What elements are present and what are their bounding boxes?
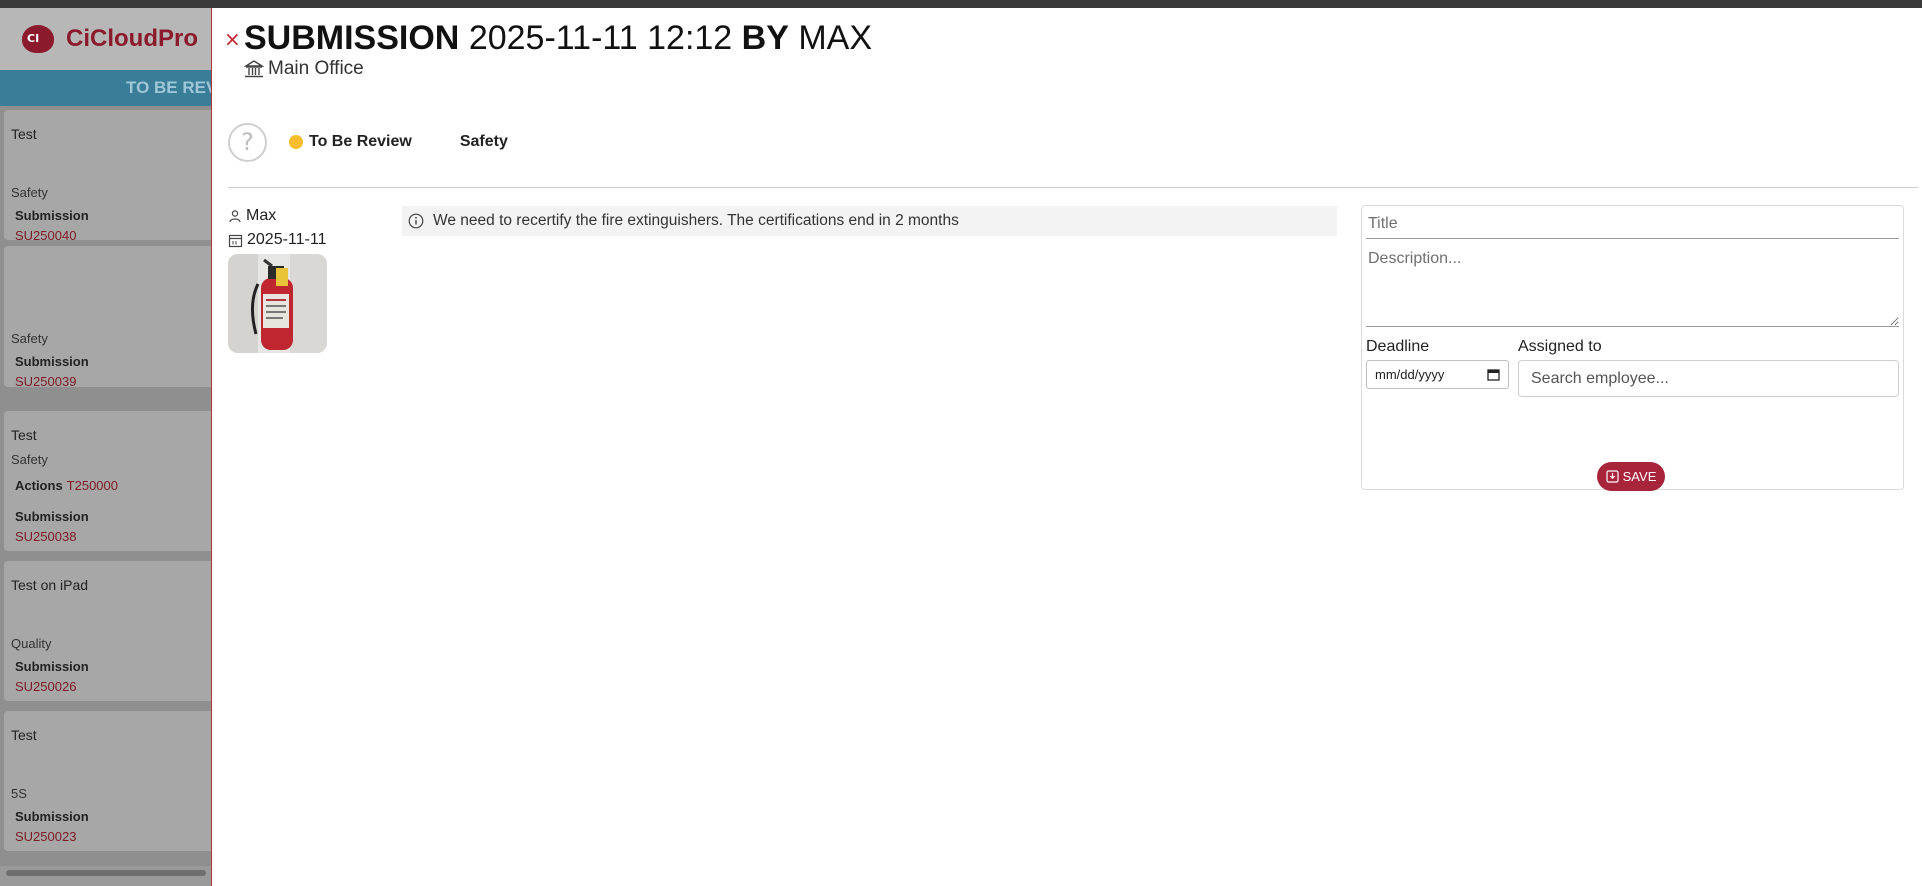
board-card[interactable]: Test Safety Actions T250000 Submission SU…: [4, 411, 211, 551]
action-form: Deadline Assigned to mm/dd/yyyy SAVE: [1361, 205, 1904, 491]
status-badge[interactable]: To Be Review: [309, 133, 412, 151]
brand-name: CiCloudPro: [66, 25, 198, 52]
submitter-info: Max: [228, 207, 276, 225]
app-header: CI CiCloudPro: [0, 8, 211, 70]
close-icon[interactable]: ×: [224, 27, 241, 51]
app-logo[interactable]: CI: [18, 23, 56, 55]
card-submission-link[interactable]: SU250023: [15, 829, 76, 844]
horizontal-scrollbar[interactable]: [6, 870, 206, 876]
fire-extinguisher-image: [228, 254, 327, 353]
action-title-input[interactable]: [1366, 209, 1899, 239]
card-category: Quality: [11, 636, 52, 651]
card-category: Safety: [11, 185, 48, 200]
title-by: BY: [741, 19, 789, 57]
submission-detail-panel: × SUBMISSION 2025-11-11 12:12 BY MAX Mai…: [211, 8, 1922, 886]
action-description-input[interactable]: [1366, 242, 1899, 327]
submission-message: We need to recertify the fire extinguish…: [402, 206, 1337, 236]
building-icon: [244, 60, 264, 78]
card-category: Safety: [11, 331, 48, 346]
card-submission-link[interactable]: SU250040: [15, 228, 76, 243]
card-category: 5S: [11, 786, 27, 801]
calendar-icon: [228, 234, 243, 247]
attachment-photo[interactable]: [228, 254, 327, 353]
board-column: Test Safety Submission SU250040 Safety S…: [0, 106, 211, 866]
submission-date-info: 2025-11-11: [228, 231, 326, 249]
office-location: Main Office: [244, 58, 364, 80]
question-icon[interactable]: ?: [228, 122, 267, 162]
title-author: MAX: [798, 19, 873, 57]
deadline-placeholder: mm/dd/yyyy: [1375, 367, 1445, 382]
divider: [228, 187, 1918, 188]
card-actions-label: Actions T250000: [15, 478, 118, 493]
submitter-name: Max: [246, 207, 277, 224]
card-submission-link[interactable]: SU250026: [15, 679, 76, 694]
assigned-to-label: Assigned to: [1518, 338, 1602, 355]
submission-type: Safety: [459, 133, 508, 150]
browser-top-bar: [0, 0, 1922, 8]
card-actions-link[interactable]: T250000: [67, 478, 118, 493]
deadline-label: Deadline: [1366, 338, 1430, 355]
card-category: Safety: [11, 452, 48, 467]
card-submission-label: Submission: [15, 809, 89, 824]
card-title: Test: [11, 727, 37, 743]
user-icon: [229, 210, 241, 223]
card-submission-link[interactable]: SU250039: [15, 374, 76, 389]
card-submission-label: Submission: [15, 659, 89, 674]
info-icon: [408, 213, 424, 229]
save-button[interactable]: SAVE: [1597, 462, 1665, 491]
card-title: Test: [11, 427, 37, 443]
board-card[interactable]: Safety Submission SU250039: [4, 246, 211, 389]
board-card[interactable]: Test on iPad Quality Submission SU250026: [4, 561, 211, 701]
message-text: We need to recertify the fire extinguish…: [433, 212, 959, 229]
title-word: SUBMISSION: [244, 19, 460, 57]
office-name: Main Office: [268, 58, 364, 79]
submission-title: SUBMISSION 2025-11-11 12:12 BY MAX: [244, 19, 872, 58]
card-submission-label: Submission: [15, 509, 89, 524]
calendar-picker-icon[interactable]: [1487, 368, 1500, 381]
card-title: Test on iPad: [11, 577, 89, 593]
card-submission-label: Submission: [15, 208, 89, 223]
column-header: TO BE REVIEW: [0, 70, 211, 106]
employee-search-input[interactable]: [1518, 360, 1899, 397]
board-card[interactable]: Test 5S Submission SU250023: [4, 711, 211, 851]
card-submission-label: Submission: [15, 354, 89, 369]
status-row: ? To Be Review Safety: [228, 122, 508, 162]
save-label: SAVE: [1622, 469, 1657, 484]
board-card[interactable]: Test Safety Submission SU250040: [4, 110, 211, 243]
title-datetime: 2025-11-11 12:12: [468, 19, 733, 57]
card-submission-link[interactable]: SU250038: [15, 529, 76, 544]
deadline-date-input[interactable]: mm/dd/yyyy: [1366, 360, 1509, 389]
submission-date: 2025-11-11: [247, 231, 327, 248]
status-dot-icon: [289, 135, 303, 149]
card-title: Test: [11, 126, 37, 142]
save-icon: [1606, 470, 1619, 483]
